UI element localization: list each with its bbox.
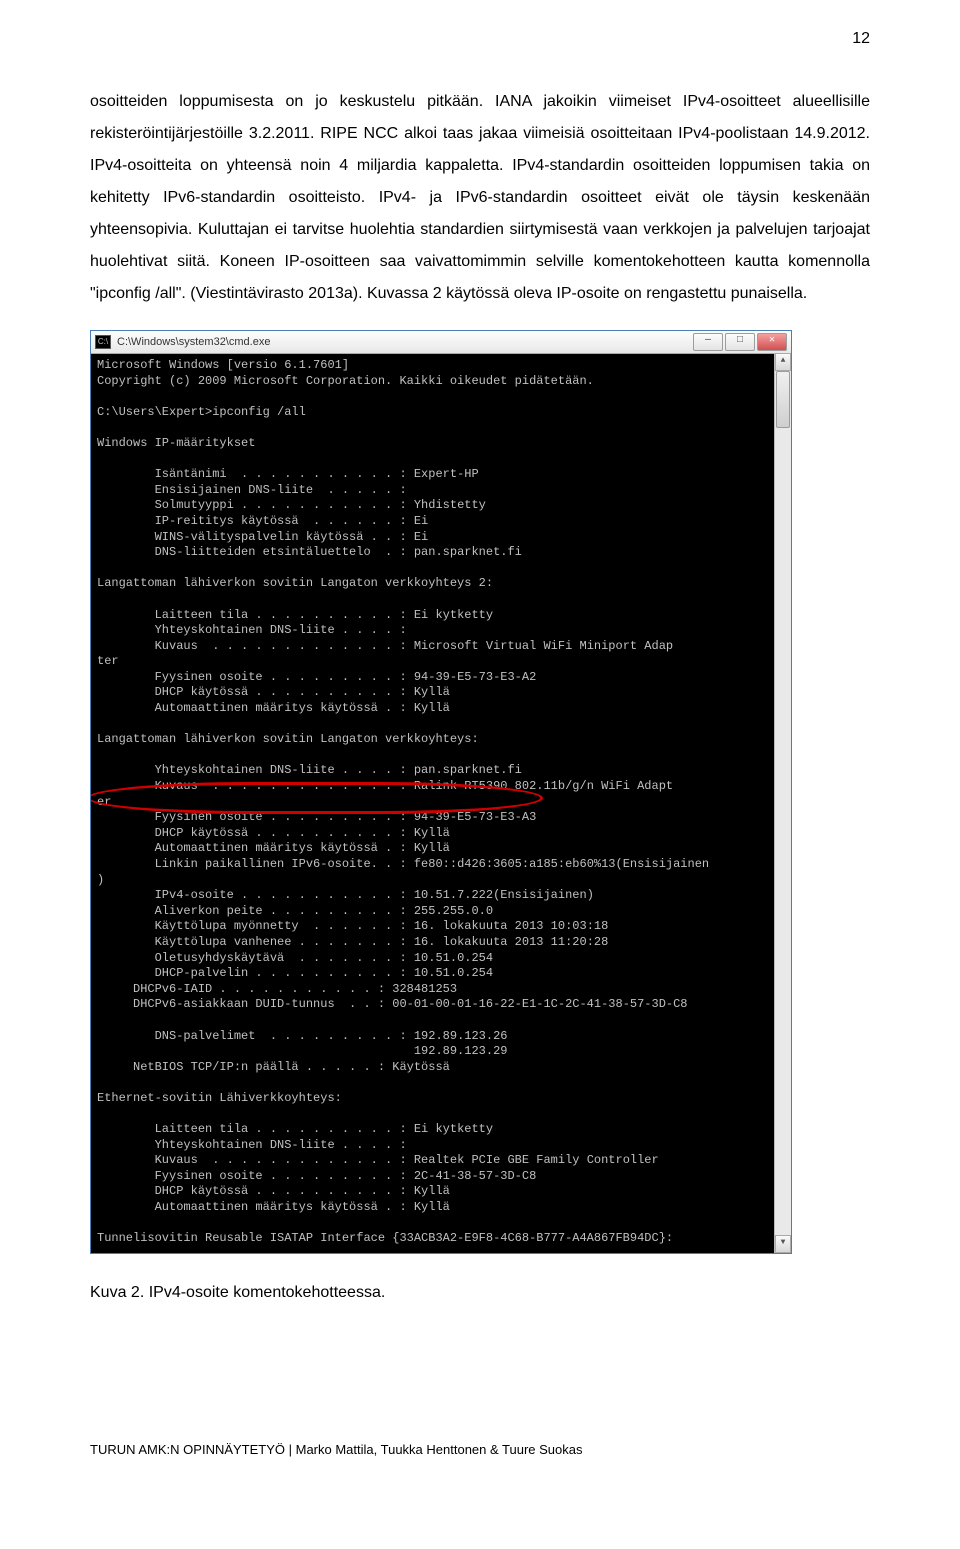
cmd-label: Käyttölupa myönnetty . . . . . . :: [97, 919, 414, 933]
cmd-label: DHCP käytössä . . . . . . . . . . :: [97, 1184, 414, 1198]
cmd-value: 16. lokakuuta 2013 10:03:18: [414, 919, 608, 933]
cmd-value: Kyllä: [414, 701, 450, 715]
cmd-value: Ei kytketty: [414, 1122, 493, 1136]
cmd-label: Yhteyskohtainen DNS-liite . . . . :: [97, 763, 414, 777]
cmd-line: Copyright (c) 2009 Microsoft Corporation…: [97, 374, 594, 388]
cmd-icon: C:\: [95, 335, 111, 349]
cmd-label: Aliverkon peite . . . . . . . . . :: [97, 904, 414, 918]
cmd-value: 94-39-E5-73-E3-A2: [414, 670, 536, 684]
cmd-line: Langattoman lähiverkon sovitin Langaton …: [97, 732, 479, 746]
cmd-label: Fyysinen osoite . . . . . . . . . :: [97, 810, 414, 824]
cmd-label: Solmutyyppi . . . . . . . . . . . :: [97, 498, 414, 512]
cmd-line: C:\Users\Expert>ipconfig /all: [97, 405, 306, 419]
cmd-label: Automaattinen määritys käytössä . :: [97, 841, 414, 855]
cmd-title: C:\ C:\Windows\system32\cmd.exe: [95, 335, 270, 349]
cmd-value: 192.89.123.29: [97, 1044, 507, 1058]
cmd-label: DHCPv6-IAID . . . . . . . . . . . :: [97, 982, 392, 996]
cmd-label: Laitteen tila . . . . . . . . . . :: [97, 608, 414, 622]
cmd-label: Kuvaus . . . . . . . . . . . . . :: [97, 639, 414, 653]
cmd-label: Oletusyhdyskäytävä . . . . . . . :: [97, 951, 414, 965]
cmd-value: 255.255.0.0: [414, 904, 493, 918]
cmd-value: Kyllä: [414, 1200, 450, 1214]
cmd-value: pan.sparknet.fi: [414, 763, 522, 777]
cmd-value: Ralink RT5390 802.11b/g/n WiFi Adapt: [414, 779, 673, 793]
cmd-label: DHCP-palvelin . . . . . . . . . . :: [97, 966, 414, 980]
cmd-label: DHCPv6-asiakkaan DUID-tunnus . . :: [97, 997, 392, 1011]
cmd-label: Ensisijainen DNS-liite . . . . . :: [97, 483, 407, 497]
cmd-value: Yhdistetty: [414, 498, 486, 512]
cmd-label: IPv4-osoite . . . . . . . . . . . :: [97, 888, 414, 902]
cmd-output: Microsoft Windows [versio 6.1.7601] Copy…: [91, 354, 791, 1253]
cmd-value: 328481253: [392, 982, 457, 996]
cmd-label: NetBIOS TCP/IP:n päällä . . . . . :: [97, 1060, 392, 1074]
cmd-label: WINS-välityspalvelin käytössä . . :: [97, 530, 414, 544]
cmd-value: Ei: [414, 514, 428, 528]
cmd-value: pan.sparknet.fi: [414, 545, 522, 559]
cmd-value: Käytössä: [392, 1060, 450, 1074]
page-number: 12: [852, 30, 870, 48]
cmd-value: 16. lokakuuta 2013 11:20:28: [414, 935, 608, 949]
cmd-value: 10.51.7.222(Ensisijainen): [414, 888, 594, 902]
cmd-value: Kyllä: [414, 1184, 450, 1198]
cmd-label: Automaattinen määritys käytössä . :: [97, 701, 414, 715]
cmd-value: Kyllä: [414, 826, 450, 840]
cmd-label: Kuvaus . . . . . . . . . . . . . :: [97, 779, 414, 793]
cmd-value: Expert-HP: [414, 467, 479, 481]
cmd-value: Microsoft Virtual WiFi Miniport Adap: [414, 639, 673, 653]
figure-caption: Kuva 2. IPv4-osoite komentokehotteessa.: [90, 1284, 870, 1302]
cmd-titlebar[interactable]: C:\ C:\Windows\system32\cmd.exe — □ ✕: [91, 331, 791, 354]
cmd-label: DNS-liitteiden etsintäluettelo . :: [97, 545, 414, 559]
cmd-value: Kyllä: [414, 685, 450, 699]
cmd-label: Yhteyskohtainen DNS-liite . . . . :: [97, 623, 407, 637]
cmd-line: Microsoft Windows [versio 6.1.7601]: [97, 358, 349, 372]
cmd-value: 2C-41-38-57-3D-C8: [414, 1169, 536, 1183]
cmd-label: Kuvaus . . . . . . . . . . . . . :: [97, 1153, 414, 1167]
document-page: 12 osoitteiden loppumisesta on jo keskus…: [0, 0, 960, 1510]
maximize-button[interactable]: □: [725, 333, 755, 351]
cmd-label: DHCP käytössä . . . . . . . . . . :: [97, 685, 414, 699]
cmd-value: Ei: [414, 530, 428, 544]
cmd-line: Tunnelisovitin Reusable ISATAP Interface…: [97, 1231, 673, 1245]
cmd-label: DNS-palvelimet . . . . . . . . . :: [97, 1029, 414, 1043]
cmd-label: Linkin paikallinen IPv6-osoite. . :: [97, 857, 414, 871]
close-button[interactable]: ✕: [757, 333, 787, 351]
cmd-line: Windows IP-määritykset: [97, 436, 255, 450]
footer: TURUN AMK:N OPINNÄYTETYÖ | Marko Mattila…: [90, 1442, 870, 1457]
cmd-line: ter: [97, 654, 119, 668]
cmd-value: 94-39-E5-73-E3-A3: [414, 810, 536, 824]
cmd-value: Realtek PCIe GBE Family Controller: [414, 1153, 659, 1167]
cmd-value: fe80::d426:3605:a185:eb60%13(Ensisijaine…: [414, 857, 709, 871]
cmd-label: Isäntänimi . . . . . . . . . . . :: [97, 467, 414, 481]
cmd-line: ): [97, 873, 104, 887]
cmd-title-text: C:\Windows\system32\cmd.exe: [117, 335, 270, 349]
cmd-label: IP-reititys käytössä . . . . . . :: [97, 514, 414, 528]
body-paragraph: osoitteiden loppumisesta on jo keskustel…: [90, 86, 870, 310]
cmd-label: Yhteyskohtainen DNS-liite . . . . :: [97, 1138, 407, 1152]
window-controls: — □ ✕: [691, 333, 787, 351]
cmd-value: Ei kytketty: [414, 608, 493, 622]
cmd-line: Ethernet-sovitin Lähiverkkoyhteys:: [97, 1091, 342, 1105]
cmd-label: Fyysinen osoite . . . . . . . . . :: [97, 670, 414, 684]
minimize-button[interactable]: —: [693, 333, 723, 351]
cmd-value: 10.51.0.254: [414, 951, 493, 965]
cmd-value: 192.89.123.26: [414, 1029, 508, 1043]
cmd-label: Automaattinen määritys käytössä . :: [97, 1200, 414, 1214]
cmd-value: Kyllä: [414, 841, 450, 855]
cmd-line: er: [97, 795, 111, 809]
cmd-line: Langattoman lähiverkon sovitin Langaton …: [97, 576, 493, 590]
cmd-label: Fyysinen osoite . . . . . . . . . :: [97, 1169, 414, 1183]
cmd-label: DHCP käytössä . . . . . . . . . . :: [97, 826, 414, 840]
cmd-label: Laitteen tila . . . . . . . . . . :: [97, 1122, 414, 1136]
cmd-window: C:\ C:\Windows\system32\cmd.exe — □ ✕ ▲ …: [90, 330, 792, 1254]
cmd-value: 00-01-00-01-16-22-E1-1C-2C-41-38-57-3D-C…: [392, 997, 687, 1011]
cmd-value: 10.51.0.254: [414, 966, 493, 980]
cmd-label: Käyttölupa vanhenee . . . . . . . :: [97, 935, 414, 949]
